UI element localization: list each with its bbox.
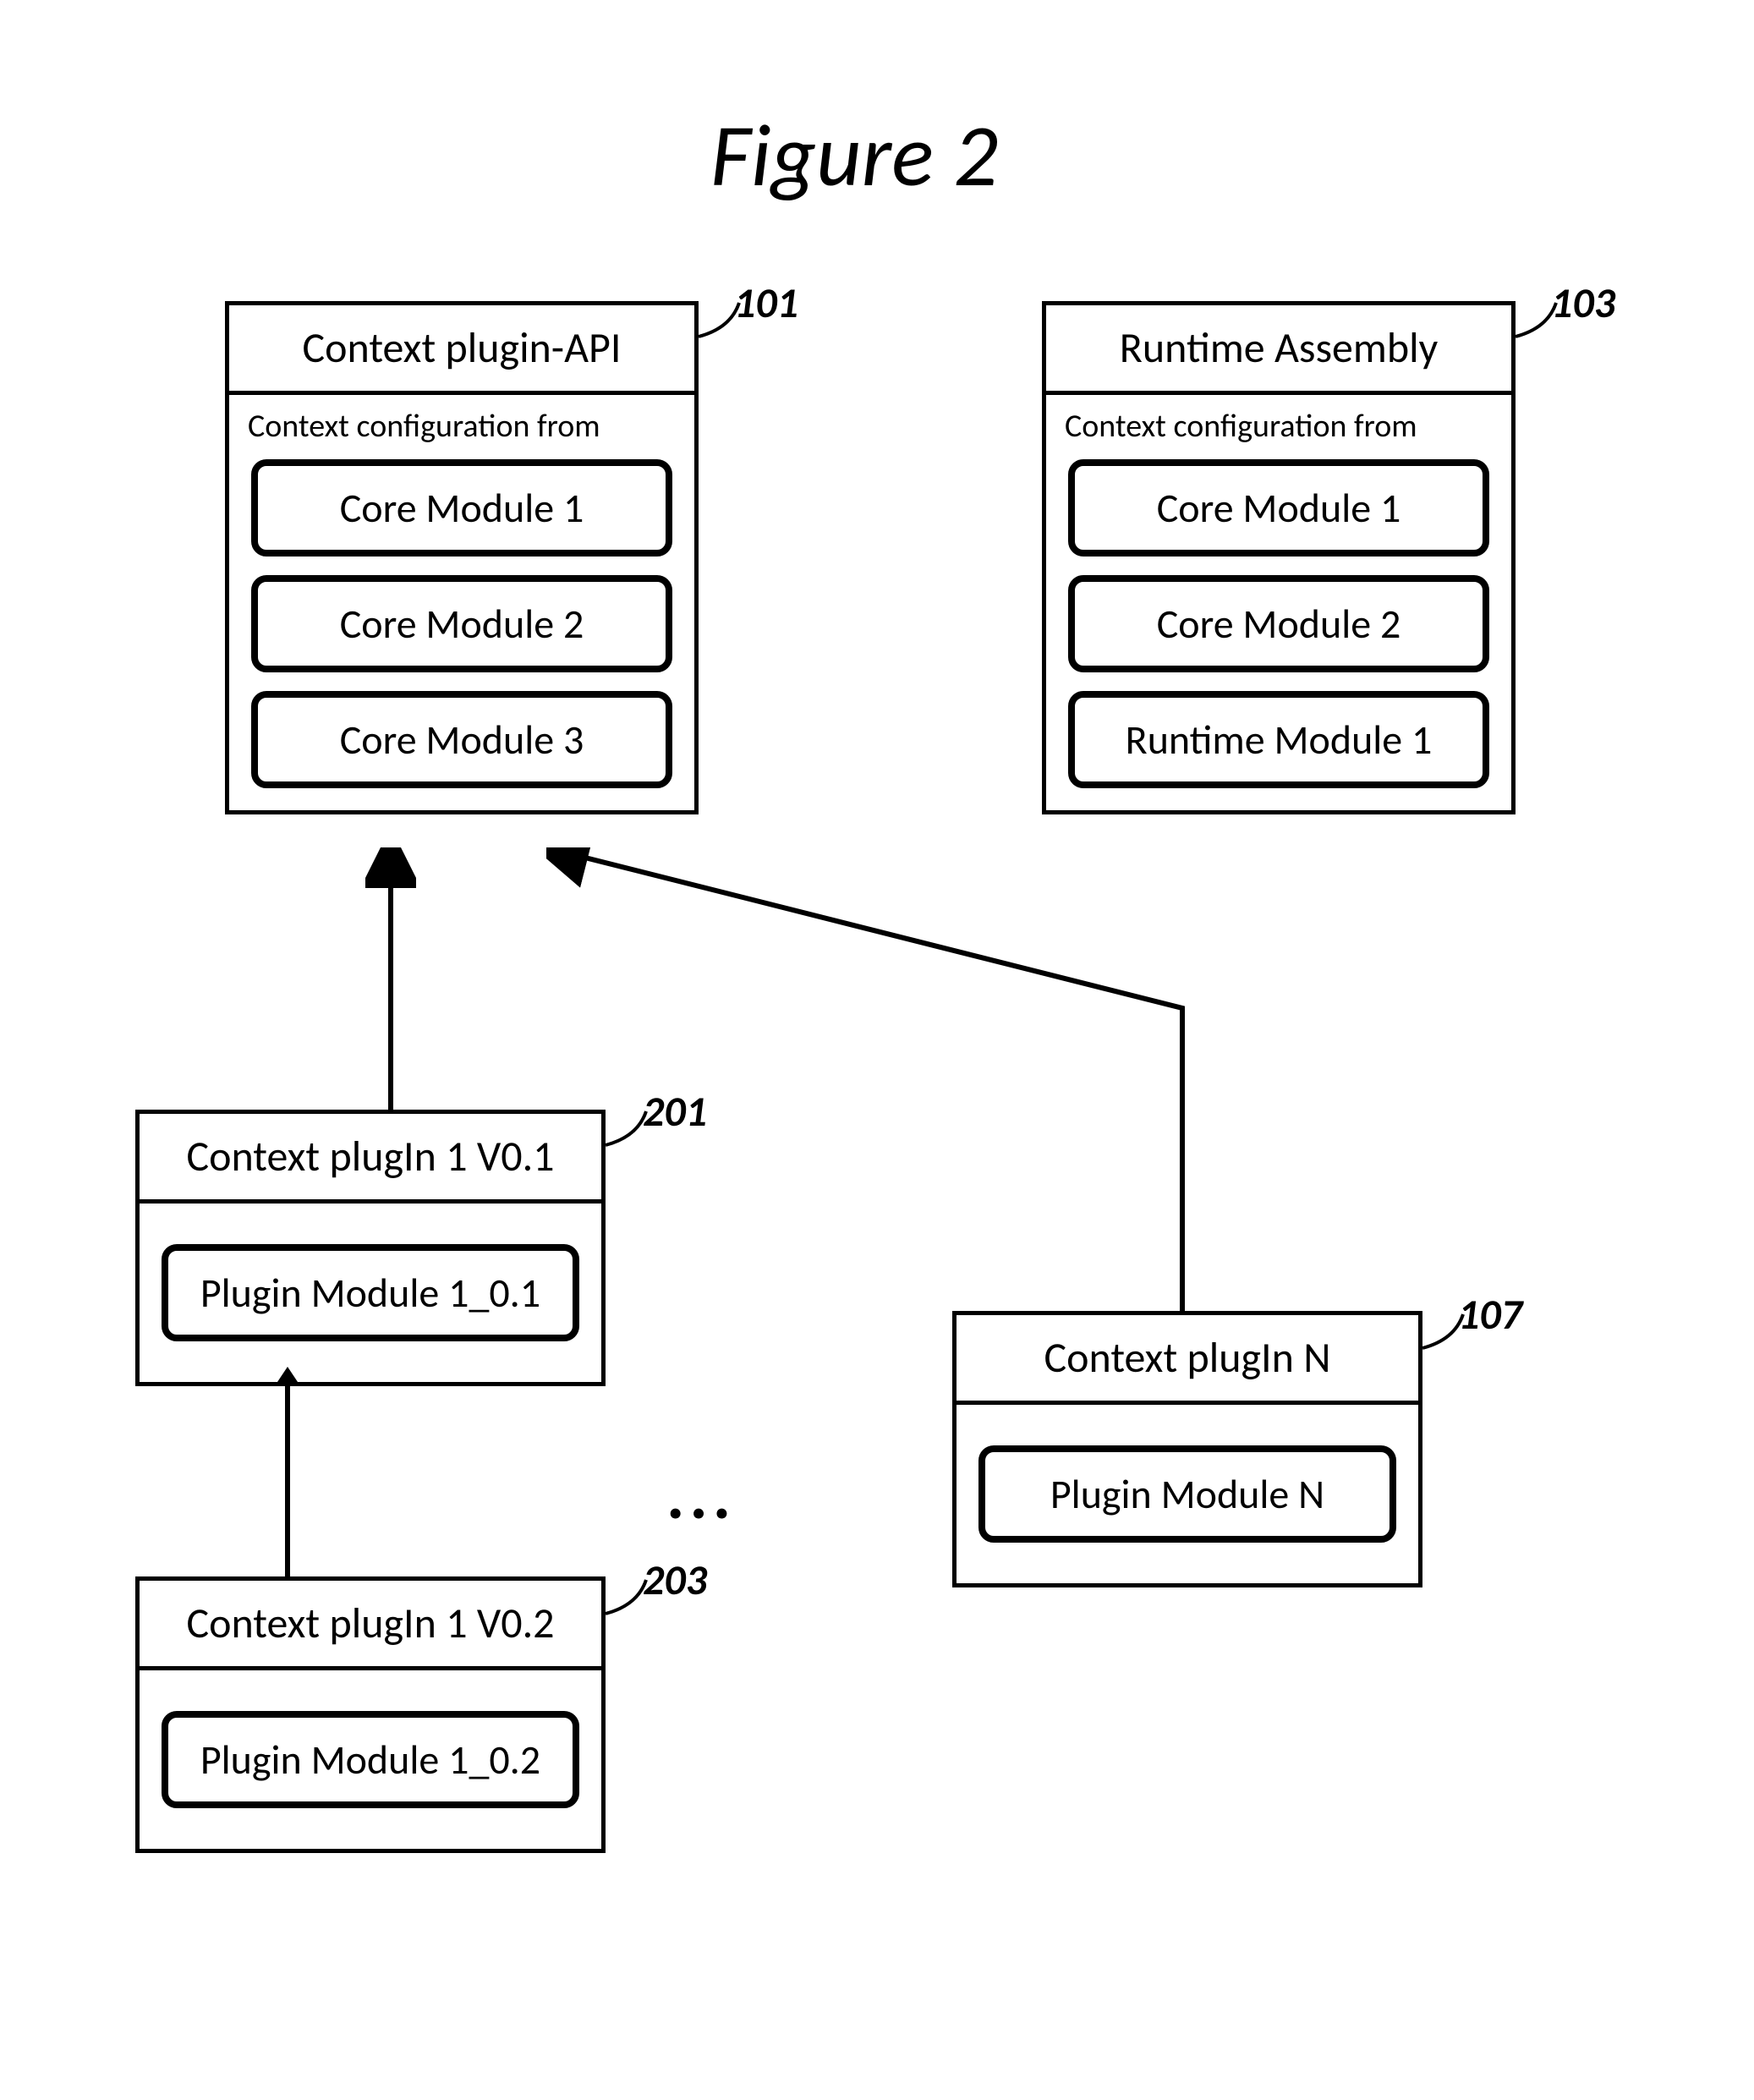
runtime-module-1: Core Module 1: [1068, 459, 1489, 557]
runtime-subtitle: Context configuration from: [1046, 395, 1511, 449]
plugin-107-box: Context plugIn N Plugin Module N: [952, 1311, 1422, 1587]
api-module-2: Core Module 2: [251, 575, 672, 672]
plugin-107-module: Plugin Module N: [978, 1445, 1396, 1543]
runtime-module-2: Core Module 2: [1068, 575, 1489, 672]
api-subtitle: Context configuration from: [229, 395, 694, 449]
api-module-3: Core Module 3: [251, 691, 672, 788]
plugin-203-header: Context plugIn 1 V0.2: [140, 1581, 601, 1670]
figure-title: Figure 2: [710, 101, 998, 209]
api-header: Context plugin-API: [229, 305, 694, 395]
plugin-201-header: Context plugIn 1 V0.1: [140, 1114, 601, 1204]
ref-107: 107: [1458, 1289, 1522, 1341]
arrow-107-to-101: [546, 847, 1189, 1318]
runtime-assembly-box: Runtime Assembly Context configuration f…: [1042, 301, 1516, 814]
ref-203: 203: [643, 1554, 707, 1606]
runtime-header: Runtime Assembly: [1046, 305, 1511, 395]
leader-103: [1514, 299, 1559, 340]
ellipsis: ...: [666, 1455, 736, 1537]
plugin-203-module: Plugin Module 1_0.2: [162, 1711, 579, 1808]
ref-103: 103: [1551, 277, 1615, 329]
context-plugin-api-box: Context plugin-API Context configuration…: [225, 301, 699, 814]
runtime-module-3: Runtime Module 1: [1068, 691, 1489, 788]
leader-203: [604, 1576, 650, 1617]
api-module-1: Core Module 1: [251, 459, 672, 557]
plugin-107-header: Context plugIn N: [956, 1315, 1418, 1405]
plugin-203-box: Context plugIn 1 V0.2 Plugin Module 1_0.…: [135, 1576, 606, 1853]
ref-101: 101: [734, 277, 798, 329]
arrow-203-join: [271, 1367, 304, 1583]
leader-101: [697, 299, 743, 340]
arrow-201-to-101: [365, 847, 416, 1116]
leader-107: [1421, 1311, 1466, 1352]
plugin-201-module: Plugin Module 1_0.1: [162, 1244, 579, 1341]
plugin-201-box: Context plugIn 1 V0.1 Plugin Module 1_0.…: [135, 1110, 606, 1386]
